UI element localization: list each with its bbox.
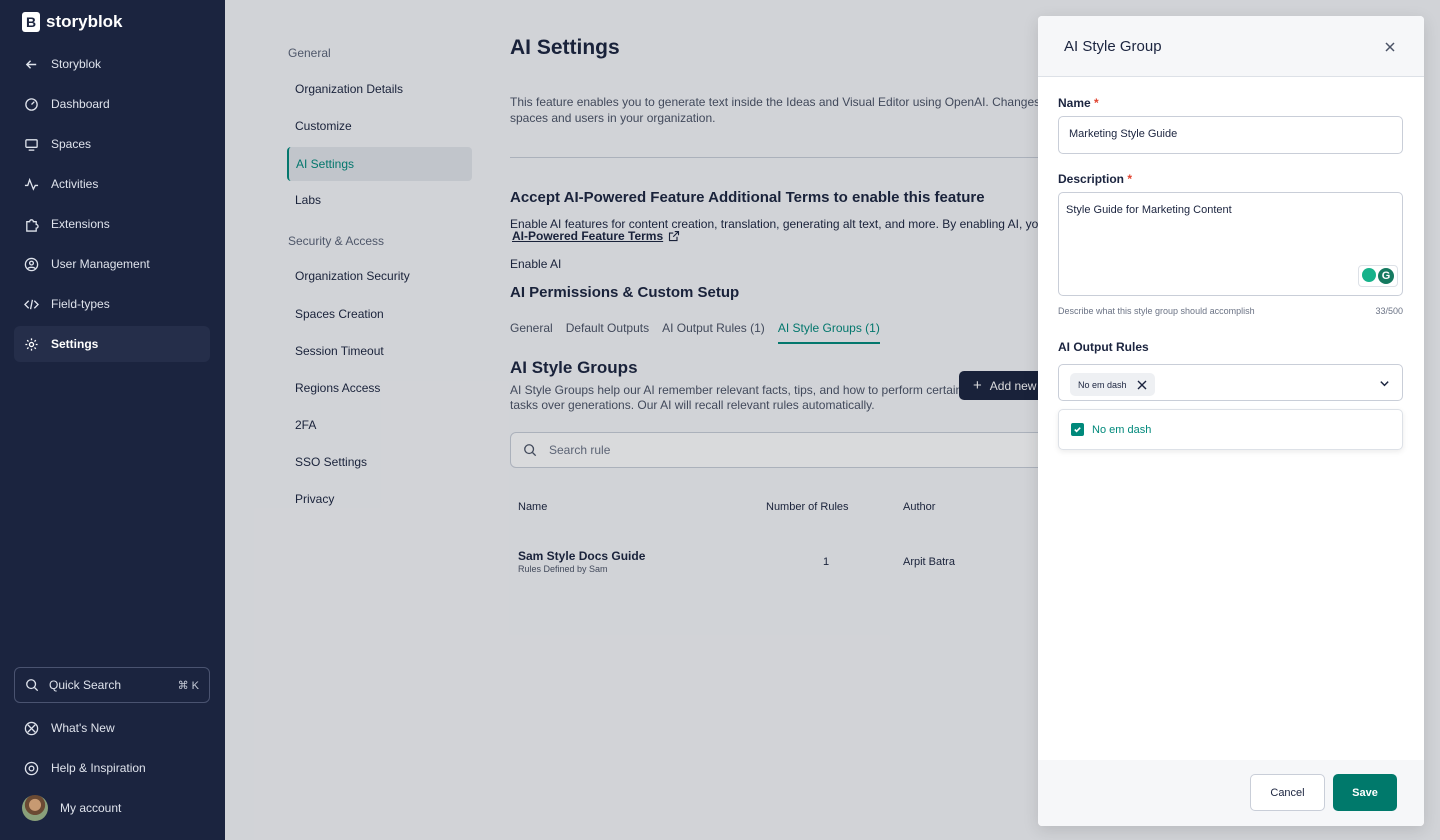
main-sidebar: B storyblok Storyblok Dashboard Spaces A… bbox=[0, 0, 225, 840]
quick-search-shortcut: ⌘ K bbox=[177, 679, 199, 692]
nav-item-help[interactable]: Help & Inspiration bbox=[14, 750, 210, 786]
user-circle-icon bbox=[24, 257, 39, 271]
drawer-header: AI Style Group bbox=[1038, 16, 1424, 77]
nav-item-whats-new[interactable]: What's New bbox=[14, 710, 210, 746]
arrow-left-icon bbox=[25, 59, 37, 69]
drawer-title: AI Style Group bbox=[1064, 38, 1162, 55]
bulb-icon bbox=[1362, 268, 1376, 282]
monitor-icon bbox=[25, 138, 38, 151]
description-label: Description * bbox=[1058, 172, 1133, 186]
chevron-down-icon[interactable] bbox=[1379, 378, 1390, 389]
nav-item-label: Activities bbox=[51, 177, 99, 191]
nav-item-label: What's New bbox=[51, 721, 115, 735]
sparkle-icon bbox=[24, 721, 39, 735]
storyblok-logo[interactable]: B storyblok bbox=[22, 12, 123, 32]
activity-icon bbox=[24, 177, 39, 191]
nav-item-label: Field-types bbox=[51, 297, 110, 311]
name-label: Name * bbox=[1058, 96, 1099, 110]
selected-rule-chip: No em dash bbox=[1070, 373, 1155, 396]
puzzle-icon bbox=[26, 218, 39, 232]
name-field[interactable]: Marketing Style Guide bbox=[1058, 116, 1403, 154]
search-icon bbox=[26, 679, 39, 692]
grammar-assistant-widget[interactable]: G bbox=[1358, 265, 1398, 287]
nav-item-field-types[interactable]: Field-types bbox=[14, 286, 210, 322]
quick-search-button[interactable]: Quick Search ⌘ K bbox=[14, 667, 210, 703]
nav-item-user-management[interactable]: User Management bbox=[14, 246, 210, 282]
lifebuoy-icon bbox=[24, 761, 39, 775]
nav-item-label: Dashboard bbox=[51, 97, 110, 111]
grammarly-icon: G bbox=[1378, 268, 1394, 284]
ai-output-rules-label: AI Output Rules bbox=[1058, 340, 1149, 354]
description-char-count: 33/500 bbox=[1375, 306, 1403, 316]
storyblok-logo-icon: B bbox=[22, 12, 40, 32]
code-icon bbox=[24, 299, 39, 309]
rule-option-no-em-dash[interactable]: No em dash bbox=[1058, 409, 1403, 450]
description-value: Style Guide for Marketing Content bbox=[1066, 204, 1232, 216]
nav-item-label: My account bbox=[60, 801, 122, 815]
nav-item-my-account[interactable]: My account bbox=[14, 790, 210, 826]
chip-label: No em dash bbox=[1078, 379, 1127, 390]
nav-item-label: Storyblok bbox=[51, 57, 102, 71]
description-field[interactable]: Style Guide for Marketing Content G bbox=[1058, 192, 1403, 296]
nav-item-dashboard[interactable]: Dashboard bbox=[14, 86, 210, 122]
check-icon bbox=[1074, 427, 1081, 433]
description-helper: Describe what this style group should ac… bbox=[1058, 306, 1255, 316]
nav-item-extensions[interactable]: Extensions bbox=[14, 206, 210, 242]
nav-item-label: Help & Inspiration bbox=[51, 761, 146, 775]
nav-item-spaces[interactable]: Spaces bbox=[14, 126, 210, 162]
checkbox-checked[interactable] bbox=[1071, 423, 1084, 436]
cancel-button[interactable]: Cancel bbox=[1250, 774, 1325, 811]
nav-item-label: Extensions bbox=[51, 217, 110, 231]
ai-output-rules-select[interactable]: No em dash bbox=[1058, 364, 1403, 401]
ai-style-group-drawer: AI Style Group Name * Marketing Style Gu… bbox=[1038, 16, 1424, 826]
gauge-icon bbox=[25, 97, 38, 111]
remove-chip-icon[interactable] bbox=[1137, 380, 1147, 390]
avatar bbox=[22, 795, 48, 821]
nav-item-label: User Management bbox=[51, 257, 150, 271]
nav-item-activities[interactable]: Activities bbox=[14, 166, 210, 202]
drawer-footer: Cancel Save bbox=[1038, 760, 1424, 826]
close-icon[interactable] bbox=[1383, 40, 1397, 54]
option-label: No em dash bbox=[1092, 423, 1152, 436]
nav-item-settings[interactable]: Settings bbox=[14, 326, 210, 362]
nav-item-storyblok[interactable]: Storyblok bbox=[14, 46, 210, 82]
nav-item-label: Settings bbox=[51, 337, 99, 351]
nav-item-label: Spaces bbox=[51, 137, 92, 151]
save-button[interactable]: Save bbox=[1333, 774, 1397, 811]
gear-icon bbox=[25, 337, 38, 351]
brand-name: storyblok bbox=[46, 12, 123, 31]
quick-search-label: Quick Search bbox=[49, 678, 122, 692]
